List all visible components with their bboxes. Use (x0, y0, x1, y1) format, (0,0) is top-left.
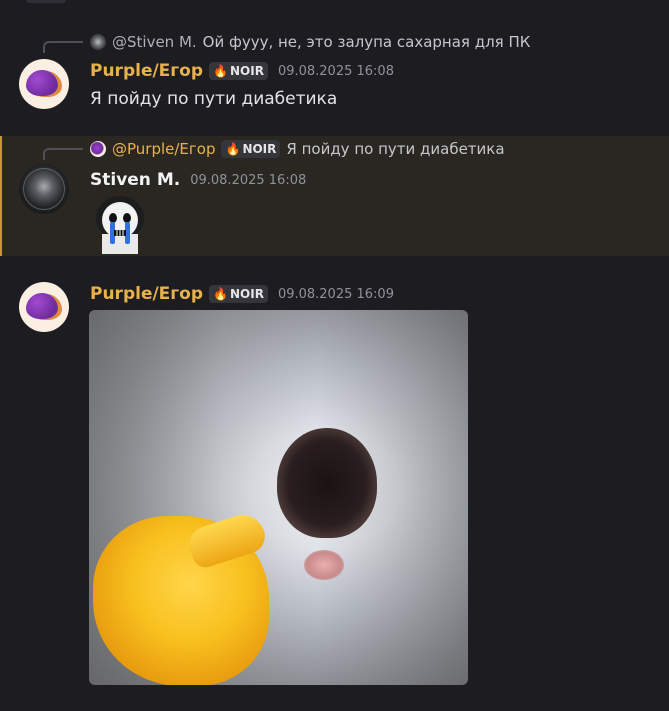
fire-icon: 🔥 (213, 287, 228, 301)
crying-skeleton-sticker[interactable] (90, 194, 150, 254)
purple-blob-avatar-icon (90, 141, 106, 157)
username[interactable]: Purple/Егор (90, 284, 203, 304)
message-header: Stiven M. 09.08.2025 16:08 (90, 169, 306, 191)
reply-connector (43, 41, 83, 53)
chat-message[interactable]: @Stiven M. Ой фууу, не, это залупа сахар… (0, 28, 669, 128)
reply-preview[interactable]: @Stiven M. Ой фууу, не, это залупа сахар… (90, 32, 530, 52)
message-header: Purple/Егор 🔥 NOIR 09.08.2025 16:09 (90, 283, 394, 305)
message-content: Я пойду по пути диабетика (90, 89, 338, 109)
reply-connector (43, 148, 83, 160)
message-header: Purple/Егор 🔥 NOIR 09.08.2025 16:08 (90, 60, 394, 82)
purple-blob-avatar-icon (26, 293, 58, 319)
reply-preview[interactable]: @Purple/Егор 🔥 NOIR Я пойду по пути диаб… (90, 139, 505, 159)
username[interactable]: Stiven M. (90, 170, 180, 190)
timestamp[interactable]: 09.08.2025 16:08 (190, 173, 306, 188)
reply-text: Я пойду по пути диабетика (286, 140, 505, 158)
guild-tag[interactable]: 🔥 NOIR (209, 285, 268, 303)
guild-tag-label: NOIR (242, 142, 277, 156)
cat-nose (304, 550, 344, 580)
guild-tag-label: NOIR (229, 64, 264, 78)
screaming-cat-pointing-gif[interactable] (89, 310, 468, 685)
guild-tag[interactable]: 🔥 NOIR (221, 140, 281, 158)
skull-avatar-icon (23, 168, 65, 210)
fire-icon: 🔥 (225, 142, 241, 156)
timestamp[interactable]: 09.08.2025 16:09 (278, 287, 394, 302)
guild-tag-label: NOIR (229, 287, 264, 301)
cat-mouth (277, 428, 377, 538)
avatar[interactable] (19, 164, 69, 214)
fire-icon: 🔥 (213, 64, 228, 78)
chat-messages-list: @Stiven M. Ой фууу, не, это залупа сахар… (0, 0, 669, 711)
guild-tag[interactable]: 🔥 NOIR (209, 62, 268, 80)
reply-mention[interactable]: @Purple/Егор (112, 140, 215, 158)
chat-message[interactable]: Purple/Егор 🔥 NOIR 09.08.2025 16:09 (0, 270, 669, 690)
purple-blob-avatar-icon (26, 70, 58, 96)
reply-text: Ой фууу, не, это залупа сахарная для ПК (202, 33, 531, 51)
skull-avatar-icon (90, 34, 106, 50)
avatar[interactable] (19, 59, 69, 109)
previous-message-fragment (26, 0, 66, 3)
timestamp[interactable]: 09.08.2025 16:08 (278, 64, 394, 79)
username[interactable]: Purple/Егор (90, 61, 203, 81)
chat-message-highlighted[interactable]: @Purple/Егор 🔥 NOIR Я пойду по пути диаб… (0, 136, 669, 256)
reply-mention[interactable]: @Stiven M. (112, 33, 197, 51)
avatar[interactable] (19, 282, 69, 332)
previous-message-edge (0, 0, 669, 6)
